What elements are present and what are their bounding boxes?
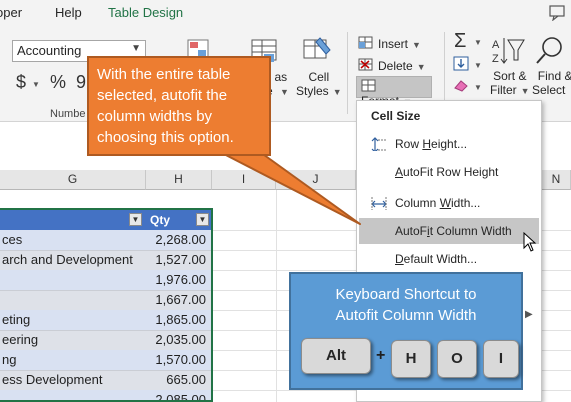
column-header-g[interactable]: G [0, 170, 146, 190]
column-header-i[interactable]: I [212, 170, 276, 190]
percent-format-button[interactable]: % [50, 72, 66, 93]
ribbon-tab-bar: oper Help Table Design [0, 0, 571, 26]
fill-icon[interactable] [453, 56, 471, 72]
cell-styles-line2: Styles ▼ [296, 84, 342, 98]
autosum-icon[interactable]: Σ [454, 30, 466, 53]
menu-label-accel: W [439, 196, 452, 210]
number-group-label: Numbe [50, 108, 86, 120]
selection-border [0, 208, 213, 402]
svg-text:Z: Z [492, 53, 499, 65]
row-height-icon [371, 137, 386, 151]
plus-sign: + [376, 347, 386, 364]
column-header-j[interactable]: J [276, 170, 356, 190]
chevron-down-icon: ▼ [32, 80, 40, 89]
find-select-line2: Select▼ [532, 83, 571, 97]
menu-label-part: efault Width... [403, 252, 478, 266]
insert-cells-icon [358, 36, 373, 49]
delete-cells-icon [358, 58, 373, 71]
find-select-button[interactable]: Find & Select▼ [532, 69, 571, 98]
cell-styles-line1: Cell [308, 70, 330, 84]
key-i: I [483, 340, 519, 378]
shortcut-title-line1: Keyboard Shortcut to [335, 286, 477, 303]
delete-button[interactable]: Delete ▼ [358, 58, 426, 73]
delete-label: Delete [378, 59, 413, 73]
menu-item-autofit-column-width[interactable]: AutoFit Column Width [359, 218, 539, 244]
submenu-arrow-icon: ▶ [525, 309, 533, 320]
menu-section-title: Cell Size [371, 109, 421, 123]
find-select-line1: Find & [537, 69, 571, 83]
instruction-callout-text: With the entire table selected, autofit … [97, 66, 234, 146]
tab-help[interactable]: Help [55, 5, 82, 20]
chevron-down-icon: ▼ [131, 43, 141, 54]
key-alt: Alt [301, 338, 371, 374]
keyboard-shortcut-box: Keyboard Shortcut to Autofit Column Widt… [289, 272, 523, 390]
menu-label-part: idth... [451, 196, 481, 210]
chevron-down-icon: ▼ [474, 38, 482, 47]
tab-table-design[interactable]: Table Design [108, 5, 183, 20]
currency-format-button[interactable]: $ [16, 72, 26, 93]
insert-label: Insert [378, 37, 409, 51]
chevron-down-icon: ▼ [416, 62, 426, 72]
menu-item-row-height[interactable]: Row Height... [359, 131, 539, 157]
keyboard-shortcut-title: Keyboard Shortcut to Autofit Column Widt… [291, 284, 521, 326]
ribbon-separator [347, 32, 348, 114]
menu-label-part: utoFit Row Height [403, 165, 499, 179]
menu-label-accel: H [422, 137, 432, 151]
menu-label-part: Row [395, 137, 423, 151]
column-header-h[interactable]: H [146, 170, 212, 190]
number-format-value: Accounting [17, 43, 82, 58]
menu-label-part: t Column Width [429, 224, 512, 238]
insert-button[interactable]: Insert ▼ [358, 36, 421, 51]
clear-eraser-icon[interactable] [453, 78, 471, 92]
comma-style-button[interactable]: 9 [76, 72, 86, 93]
menu-label-part: eight... [431, 137, 468, 151]
find-magnifier-icon[interactable] [534, 34, 566, 66]
cell-styles-button[interactable]: Cell Styles ▼ [296, 70, 342, 99]
sort-filter-line1: Sort & [493, 69, 527, 83]
sort-filter-button[interactable]: Sort & Filter ▼ [490, 69, 530, 98]
instruction-callout: With the entire table selected, autofit … [87, 56, 271, 156]
column-header-n[interactable]: N [542, 170, 571, 190]
menu-label-part: Column [395, 196, 440, 210]
chevron-down-icon: ▼ [474, 83, 482, 92]
shortcut-title-line2: Autofit Column Width [335, 307, 477, 324]
sort-filter-line2: Filter ▼ [490, 83, 530, 97]
menu-item-autofit-row-height[interactable]: AutoFit Row Height [359, 159, 539, 185]
format-button[interactable]: Format▼ [356, 76, 432, 108]
cell-styles-icon[interactable] [302, 36, 332, 68]
mouse-pointer-icon [523, 232, 537, 252]
sort-filter-icon[interactable]: A Z [490, 34, 526, 68]
chevron-down-icon: ▼ [474, 61, 482, 70]
column-width-icon [371, 197, 387, 210]
format-cells-icon [361, 79, 376, 92]
key-h: H [391, 340, 431, 378]
tab-developer[interactable]: oper [0, 5, 22, 20]
menu-label-part: AutoF [395, 224, 428, 238]
key-o: O [437, 340, 477, 378]
menu-item-column-width[interactable]: Column Width... [359, 190, 539, 216]
chevron-down-icon: ▼ [412, 40, 421, 50]
svg-text:A: A [492, 39, 500, 51]
menu-label-accel: A [395, 165, 404, 179]
comments-icon[interactable] [548, 3, 566, 21]
menu-label-accel: D [395, 252, 404, 266]
menu-item-default-width[interactable]: Default Width... [359, 246, 539, 272]
